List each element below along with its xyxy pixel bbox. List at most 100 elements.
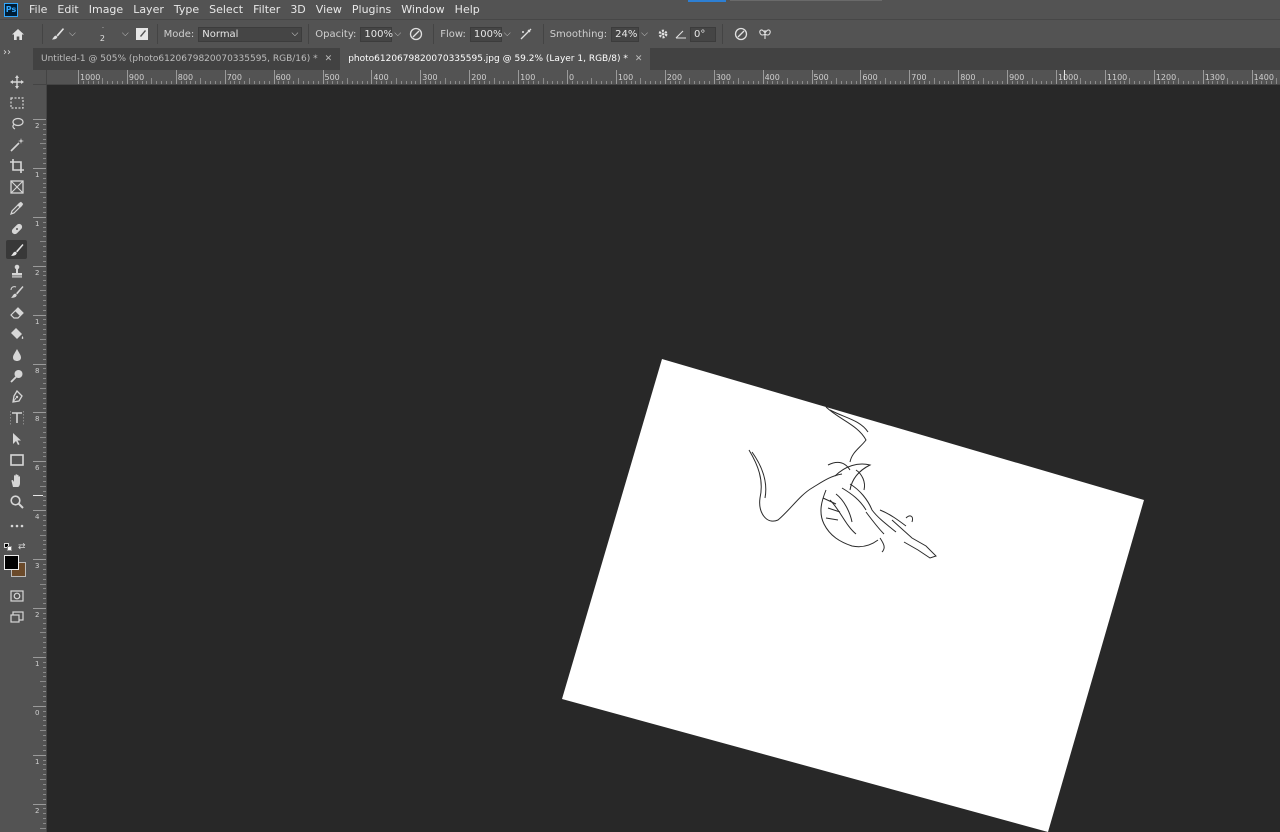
brush-preset-caret-icon[interactable]: ⌵ [69, 29, 76, 39]
document-image[interactable] [562, 359, 1144, 832]
ruler-minor-tick [43, 505, 46, 507]
dodge-tool-icon[interactable] [6, 366, 27, 385]
ruler-minor-tick [107, 81, 109, 84]
ruler-minor-tick [684, 81, 686, 84]
blur-tool-icon[interactable] [6, 345, 27, 364]
move-tool-icon[interactable] [6, 72, 27, 91]
flow-chevron-down-icon[interactable]: ⌵ [504, 29, 511, 39]
ruler-minor-tick [43, 299, 46, 301]
ruler-minor-tick [43, 813, 46, 815]
ruler-minor-tick [845, 81, 847, 84]
ruler-minor-tick [43, 500, 46, 502]
ruler-origin[interactable] [33, 70, 47, 85]
menu-plugins[interactable]: Plugins [347, 0, 396, 19]
ruler-minor-tick [40, 485, 46, 487]
ruler-tick [1202, 70, 1204, 84]
ruler-label: 800 [960, 73, 976, 82]
options-separator [308, 24, 310, 44]
type-tool-icon[interactable] [6, 408, 27, 427]
pressure-size-icon[interactable] [729, 27, 753, 41]
ruler-minor-tick [43, 343, 46, 345]
angle-input[interactable]: 0° [689, 26, 716, 42]
tab-photo[interactable]: photo6120679820070335595.jpg @ 59.2% (La… [340, 48, 651, 70]
airbrush-icon[interactable] [515, 27, 537, 41]
vertical-ruler[interactable]: 2 1 1 2 1 8 8 6 4 3 2 1 0 1 2 [33, 85, 47, 832]
brush-settings-panel-icon[interactable] [133, 27, 151, 41]
menu-bar: Ps File Edit Image Layer Type Select Fil… [0, 0, 1280, 19]
ruler-minor-tick [43, 231, 46, 233]
home-icon[interactable] [0, 28, 36, 41]
menu-3d[interactable]: 3D [285, 0, 310, 19]
paint-bucket-icon[interactable] [6, 324, 27, 343]
ruler-minor-tick [43, 593, 46, 595]
brush-size-caret-icon[interactable]: ⌵ [122, 29, 129, 39]
smoothing-input[interactable]: 24% [611, 26, 640, 42]
tab-untitled-1[interactable]: Untitled-1 @ 505% (photo6120679820070335… [33, 48, 341, 70]
eraser-icon[interactable] [6, 303, 27, 322]
frame-tool-icon[interactable] [6, 177, 27, 196]
ruler-minor-tick [1236, 81, 1238, 84]
pen-tool-icon[interactable] [6, 387, 27, 406]
flow-label: Flow: [440, 28, 466, 40]
menu-layer[interactable]: Layer [128, 0, 169, 19]
collapse-panel-icon[interactable]: ›› [3, 47, 11, 58]
smoothing-chevron-down-icon[interactable]: ⌵ [641, 29, 648, 39]
opacity-input[interactable]: 100% [360, 26, 393, 42]
horizontal-ruler[interactable]: 1000 900 800 700 600 500 400 300 200 100 0 100 200 30… [47, 70, 1280, 85]
ruler-minor-tick [263, 81, 265, 84]
ruler-tick [33, 803, 46, 805]
menu-help[interactable]: Help [450, 0, 485, 19]
crop-tool-icon[interactable] [6, 156, 27, 175]
foreground-color-swatch[interactable] [4, 555, 19, 570]
menu-type[interactable]: Type [169, 0, 204, 19]
menu-filter[interactable]: Filter [248, 0, 285, 19]
canvas-area[interactable] [47, 85, 1280, 832]
brush-size-preview[interactable]: · 2 [80, 21, 120, 47]
ruler-minor-tick [40, 339, 46, 341]
ruler-minor-tick [43, 456, 46, 458]
healing-brush-icon[interactable] [6, 219, 27, 238]
ruler-label: 0 [35, 708, 40, 717]
swap-colors-icon[interactable]: ⇄ [18, 542, 26, 552]
screen-mode-icon[interactable] [6, 607, 27, 626]
history-brush-icon[interactable] [6, 282, 27, 301]
smoothing-settings-gear-icon[interactable] [652, 27, 674, 41]
brush-tool-icon[interactable] [6, 240, 27, 259]
rectangle-tool-icon[interactable] [6, 450, 27, 469]
clone-stamp-icon[interactable] [6, 261, 27, 280]
ruler-minor-tick [43, 725, 46, 727]
menu-window[interactable]: Window [396, 0, 449, 19]
menu-edit[interactable]: Edit [52, 0, 83, 19]
more-tools-icon[interactable] [6, 516, 27, 535]
path-selection-icon[interactable] [6, 429, 27, 448]
app-logo[interactable]: Ps [4, 2, 18, 17]
brush-preset-icon[interactable] [49, 27, 67, 41]
menu-view[interactable]: View [311, 0, 347, 19]
menu-image[interactable]: Image [84, 0, 128, 19]
hand-tool-icon[interactable] [6, 471, 27, 490]
magic-wand-icon[interactable] [6, 135, 27, 154]
flow-input[interactable]: 100% [469, 26, 502, 42]
eyedropper-icon[interactable] [6, 198, 27, 217]
symmetry-butterfly-icon[interactable] [753, 27, 777, 41]
ruler-minor-tick [43, 700, 46, 702]
zoom-tool-icon[interactable] [6, 492, 27, 511]
pressure-opacity-icon[interactable] [405, 27, 427, 41]
ruler-minor-tick [40, 681, 46, 683]
mode-dropdown[interactable]: Normal ⌵ [198, 26, 303, 42]
lasso-tool-icon[interactable] [6, 114, 27, 133]
ruler-minor-tick [43, 676, 46, 678]
ruler-minor-tick [151, 78, 153, 84]
close-icon[interactable]: ✕ [635, 48, 643, 70]
menu-file[interactable]: File [24, 0, 52, 19]
default-colors-icon[interactable] [4, 543, 12, 551]
opacity-chevron-down-icon[interactable]: ⌵ [394, 29, 401, 39]
menu-select[interactable]: Select [204, 0, 248, 19]
close-icon[interactable]: ✕ [325, 48, 333, 70]
ruler-minor-tick [415, 81, 417, 84]
document-canvas[interactable] [47, 85, 1280, 832]
ruler-label: 200 [471, 73, 487, 82]
ruler-minor-tick [43, 153, 46, 155]
quick-mask-icon[interactable] [6, 586, 27, 605]
marquee-tool-icon[interactable] [6, 93, 27, 112]
